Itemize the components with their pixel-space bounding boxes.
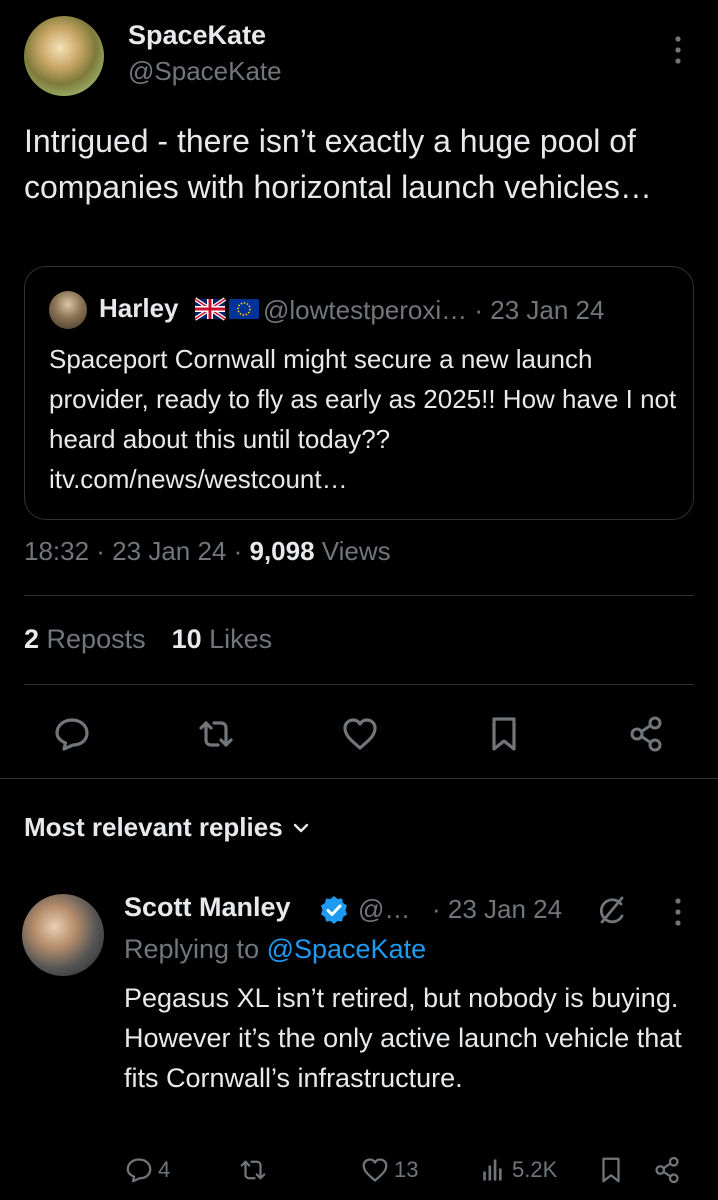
bookmark-icon [602, 1157, 620, 1183]
quoted-tweet-text: Spaceport Cornwall might secure a new la… [49, 344, 677, 494]
replies-sort-label: Most relevant replies [24, 812, 283, 842]
divider [24, 595, 694, 596]
chevron-down-icon [291, 814, 311, 845]
grok-icon[interactable] [594, 894, 628, 928]
comment-icon[interactable] [52, 714, 92, 754]
tweet-detail-page: SpaceKate @SpaceKate Intrigued - there i… [0, 0, 718, 1200]
tweet-timestamp-views: 18:32 · 23 Jan 24 · 9,098 Views [24, 536, 391, 567]
engagement-stats: 2 Reposts 10 Likes [24, 624, 272, 655]
reply-share-button[interactable] [652, 1154, 682, 1186]
reply-comment-button[interactable]: 4 [124, 1154, 170, 1186]
reply-views-button[interactable]: 5.2K [478, 1154, 557, 1186]
reply-like-count: 13 [394, 1157, 419, 1182]
more-vertical-icon[interactable] [664, 896, 692, 928]
flag-emojis [193, 297, 261, 321]
views-label: Views [314, 536, 391, 566]
heart-icon[interactable] [340, 714, 380, 754]
replying-to: Replying to @SpaceKate [124, 934, 426, 965]
reply-bookmark-button[interactable] [596, 1154, 626, 1186]
comment-icon [126, 1158, 152, 1183]
quoted-author-name[interactable]: Harley [99, 293, 179, 324]
share-icon [655, 1156, 679, 1184]
repost-icon [240, 1160, 266, 1180]
author-handle[interactable]: @SpaceKate [128, 56, 282, 87]
reply-comment-count: 4 [158, 1157, 171, 1182]
reply-text: Pegasus XL isn’t retired, but nobody is … [124, 983, 682, 1093]
author-name[interactable]: SpaceKate [128, 20, 266, 51]
verified-badge-icon[interactable] [318, 894, 350, 926]
share-icon[interactable] [626, 714, 666, 754]
views-count: 9,098 [249, 536, 315, 566]
eu-flag-icon [229, 299, 259, 319]
likes-label: Likes [201, 624, 273, 654]
reply-author-name[interactable]: Scott Manley [124, 892, 291, 923]
quoted-tweet-card[interactable]: Harley @lowtestperoxi… · 23 Jan 24 Space… [24, 266, 694, 520]
reply-date[interactable]: · 23 Jan 24 [432, 894, 562, 925]
reply-author-avatar[interactable] [22, 894, 104, 976]
replying-to-mention[interactable]: @SpaceKate [267, 934, 427, 964]
replies-sort-dropdown[interactable]: Most relevant replies [24, 812, 311, 845]
reply-like-button[interactable]: 13 [360, 1154, 418, 1186]
divider [24, 684, 694, 685]
more-vertical-icon[interactable] [664, 34, 692, 66]
divider [0, 778, 718, 779]
tweet-text: Intrigued - there isn’t exactly a huge p… [24, 123, 652, 205]
heart-icon [362, 1158, 388, 1182]
views-icon [483, 1159, 502, 1181]
reply-author-handle[interactable]: @… [358, 894, 410, 925]
reply-repost-button[interactable] [238, 1154, 268, 1186]
reposts-count: 2 [24, 624, 40, 654]
bookmark-icon[interactable] [484, 714, 524, 754]
uk-flag-icon [193, 297, 227, 321]
likes-link[interactable]: 10 Likes [172, 624, 273, 654]
author-avatar[interactable] [24, 16, 104, 96]
repost-icon[interactable] [196, 714, 236, 754]
reposts-label: Reposts [39, 624, 146, 654]
likes-count: 10 [171, 624, 202, 654]
quoted-handle-date[interactable]: @lowtestperoxi… · 23 Jan 24 [263, 295, 604, 326]
reposts-link[interactable]: 2 Reposts [24, 624, 146, 654]
reply-view-count: 5.2K [512, 1157, 558, 1182]
replying-to-prefix: Replying to [124, 934, 267, 964]
quoted-author-avatar[interactable] [49, 291, 87, 329]
tweet-timestamp[interactable]: 18:32 · 23 Jan 24 · [24, 536, 249, 566]
